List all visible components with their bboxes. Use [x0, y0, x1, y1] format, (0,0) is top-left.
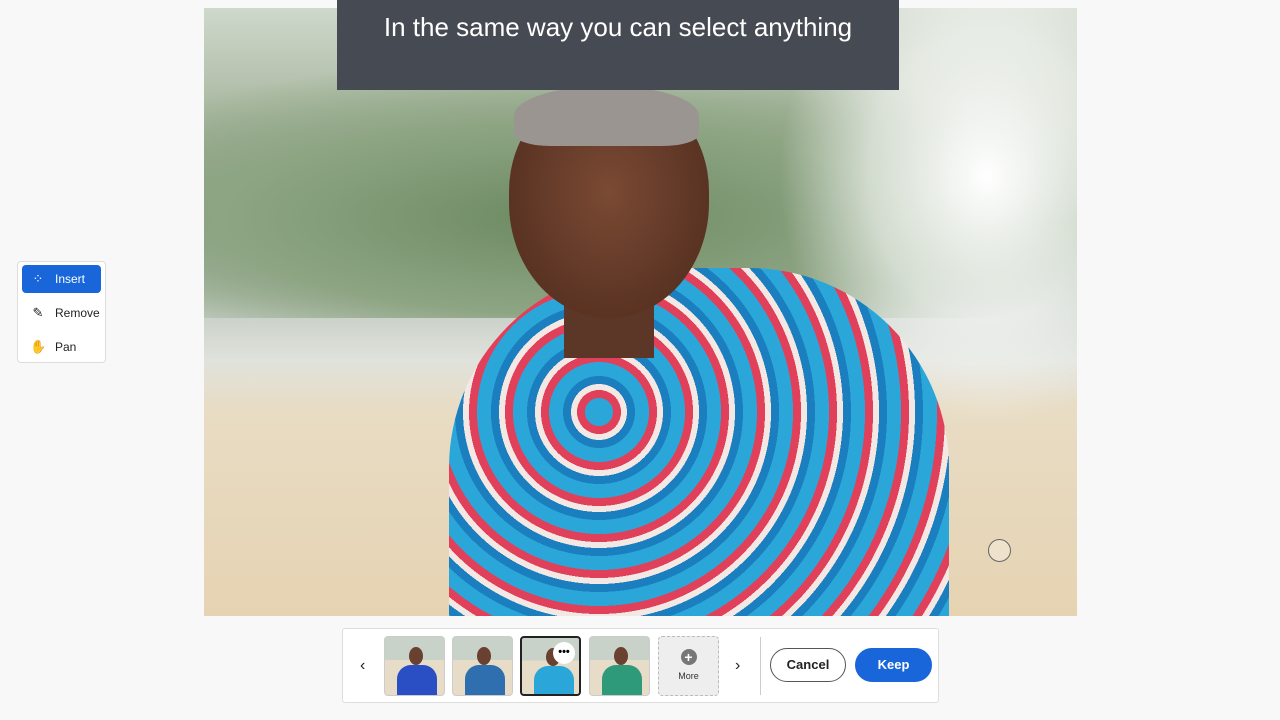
- variation-thumbnail-4[interactable]: [589, 636, 650, 696]
- tool-label: Pan: [55, 340, 77, 354]
- divider: [760, 637, 761, 695]
- tool-insert[interactable]: ⁘ Insert: [22, 265, 101, 293]
- person-shirt: [449, 268, 949, 616]
- sparkle-selection-icon: ⁘: [32, 271, 44, 286]
- person-hair: [514, 86, 699, 146]
- tool-label: Insert: [55, 272, 86, 286]
- chevron-right-icon[interactable]: ›: [735, 657, 740, 675]
- video-caption: In the same way you can select anything: [337, 0, 899, 90]
- more-label: More: [678, 671, 699, 681]
- more-variations-button[interactable]: + More: [658, 636, 719, 696]
- tool-pan[interactable]: ✋ Pan: [22, 333, 101, 361]
- tool-panel: ⁘ Insert ✎ Remove ✋ Pan: [17, 261, 106, 363]
- keep-button[interactable]: Keep: [855, 648, 932, 682]
- more-options-icon[interactable]: •••: [553, 642, 575, 664]
- variation-thumbnail-3[interactable]: •••: [520, 636, 581, 696]
- brush-cursor: [988, 539, 1011, 562]
- variation-thumbnail-2[interactable]: [452, 636, 513, 696]
- tool-label: Remove: [55, 306, 100, 320]
- canvas-image[interactable]: [204, 8, 1077, 616]
- bandage-eraser-icon: ✎: [32, 305, 44, 320]
- hand-icon: ✋: [30, 339, 47, 354]
- cancel-button[interactable]: Cancel: [770, 648, 846, 682]
- plus-icon: +: [680, 649, 697, 665]
- chevron-left-icon[interactable]: ‹: [360, 657, 365, 675]
- variations-bar: ‹ ••• + More › Cancel Keep: [342, 628, 939, 703]
- tool-remove[interactable]: ✎ Remove: [22, 299, 101, 327]
- variation-thumbnail-1[interactable]: [384, 636, 445, 696]
